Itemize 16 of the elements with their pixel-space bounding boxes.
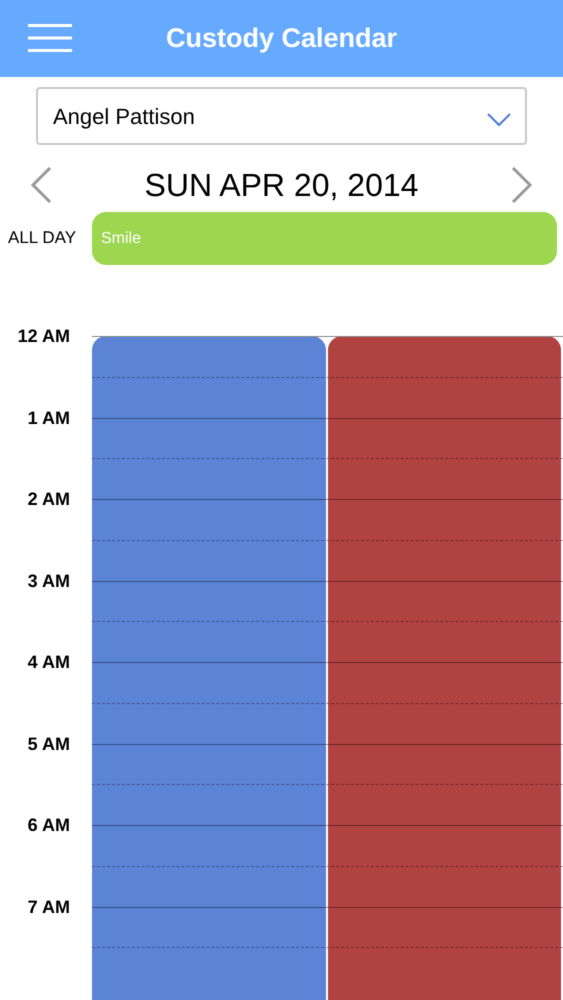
app-title: Custody Calendar <box>166 23 398 54</box>
hour-label: 1 AM <box>28 408 70 428</box>
hour-label: 12 AM <box>18 326 70 346</box>
all-day-label: ALL DAY <box>7 227 78 250</box>
hour-label: 5 AM <box>28 734 70 754</box>
current-date: SUN APR 20, 2014 <box>144 166 418 205</box>
hour-label: 4 AM <box>28 652 70 672</box>
next-day-icon[interactable] <box>511 167 533 203</box>
hour-label: 7 AM <box>28 896 70 916</box>
previous-day-icon[interactable] <box>30 167 52 203</box>
hour-label: 6 AM <box>28 815 70 835</box>
chevron-down-icon <box>487 113 511 127</box>
menu-icon[interactable] <box>28 24 72 52</box>
person-dropdown[interactable]: Angel Pattison <box>36 87 527 145</box>
hour-label: 2 AM <box>28 489 70 509</box>
hour-label: 3 AM <box>28 570 70 590</box>
